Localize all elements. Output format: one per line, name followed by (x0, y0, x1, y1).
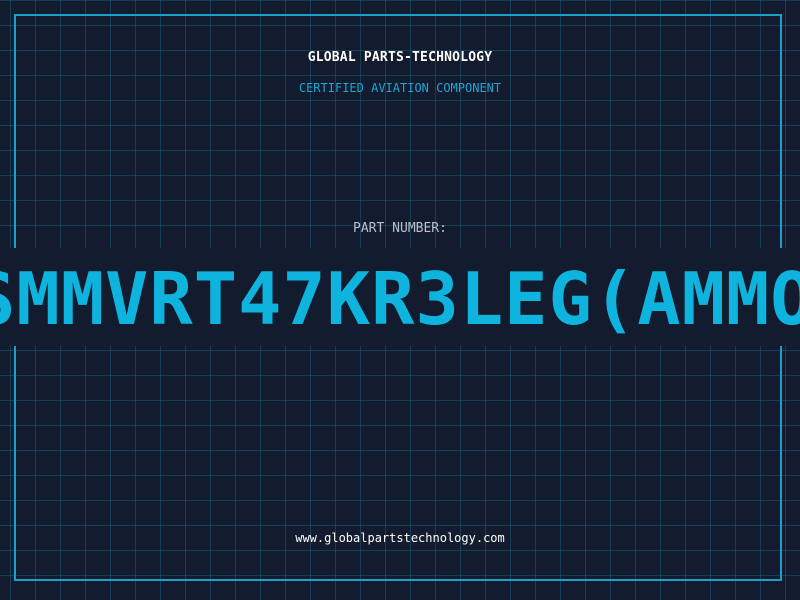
brand-name: GLOBAL PARTS-TECHNOLOGY (307, 50, 493, 65)
label-card: GLOBAL PARTS-TECHNOLOGY CERTIFIED AVIATI… (0, 0, 800, 600)
part-number-value: SMMVRT47KR3LEG(AMMO (0, 262, 800, 336)
part-number-label: PART NUMBER: (353, 221, 447, 236)
brand-tagline: CERTIFIED AVIATION COMPONENT (298, 81, 502, 95)
website-url: www.globalpartstechnology.com (295, 531, 505, 545)
